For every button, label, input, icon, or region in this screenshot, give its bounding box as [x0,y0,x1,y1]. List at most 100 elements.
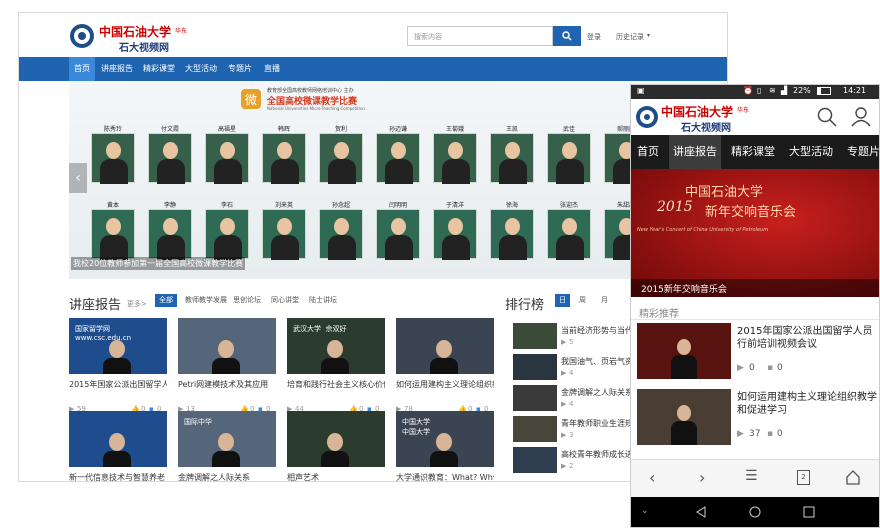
mobile-nav-events[interactable]: 大型活动 [789,135,833,169]
lecture-title[interactable]: 金牌调解之人际关系 [178,472,276,481]
mobile-logo-badge: 华东 [737,107,750,114]
teacher-name: 闫明明 [388,202,407,209]
lecture-thumbnail[interactable]: 国际中华 [178,411,276,467]
teacher-name: 李静 [163,202,176,209]
teacher-portrait [376,133,420,184]
site-logo[interactable]: 中国石油大学 华东 石大视频网 [69,21,209,54]
system-navigation-bar: ⌄ [631,497,879,527]
rank-title[interactable]: 金牌调解之人际关系 [561,387,631,398]
lecture-title[interactable]: 新一代信息技术与智慧养老 [69,472,167,481]
search-placeholder: 搜索内容 [414,33,442,41]
teacher-name: 徐海 [505,202,518,209]
lecture-title[interactable]: 大学通识教育：What? Why? [396,472,494,481]
mobile-nav-lectures[interactable]: 讲座报告 [669,135,721,169]
nav-documentary[interactable]: 专题片 [225,57,255,81]
lecture-title[interactable]: 2015年国家公派出国留学人员行前 [69,379,167,390]
mobile-nav-documentary[interactable]: 专题片 [847,135,879,169]
image-icon: ▣ [637,86,645,95]
play-count-icon: ▶ [561,462,567,470]
tab-teacher-development[interactable]: 教师教学发展 [181,294,231,307]
lecture-title[interactable]: 相声艺术 [287,472,385,481]
mobile-logo-name[interactable]: 中国石油大学 [661,103,733,120]
thumbnail-text: 国家留学网 www.csc.edu.cn [75,325,132,342]
nav-lectures[interactable]: 讲座报告 [99,57,135,81]
screenshot-stage: 中国石油大学 华东 石大视频网 搜索内容 登录 历史记录 ▾ 首页 讲座报告 精… [0,0,880,528]
nav-live[interactable]: 直播 [261,57,283,81]
comment-count: 0 [777,363,783,373]
speaker-figure [327,340,343,358]
tab-all[interactable]: 全部 [155,294,177,307]
nav-recents-icon[interactable] [803,506,815,518]
mobile-nav-home[interactable]: 首页 [637,135,659,169]
rank-title[interactable]: 当前经济形势与当代大学 [561,325,631,336]
back-icon[interactable]: ‹ [649,468,655,487]
lecture-thumbnail[interactable]: 中国大学 中国大学 [396,411,494,467]
menu-icon[interactable]: ☰ [745,468,758,484]
play-count-icon: ▶ [561,431,567,439]
nav-classes[interactable]: 精彩课堂 [141,57,177,81]
tab-lushi-lecture[interactable]: 陆士讲坛 [305,294,341,307]
rank-title[interactable]: 高校青年教师成长进行 [561,449,631,460]
teacher-name: 付文霞 [160,126,179,133]
section-divider [631,319,879,320]
rank-thumbnail[interactable] [513,447,557,473]
login-link[interactable]: 登录 [587,32,601,42]
teacher-portrait [319,209,363,260]
lecture-thumbnail[interactable] [69,411,167,467]
lecture-thumbnail[interactable] [178,318,276,374]
rank-tab-day[interactable]: 日 [555,294,570,307]
rank-thumbnail[interactable] [513,385,557,411]
history-link[interactable]: 历史记录 [616,32,644,42]
nav-back-icon[interactable] [695,506,707,518]
banner-prev-arrow[interactable]: ‹ [69,163,87,193]
battery-percent: 22% [793,86,811,95]
tab-sichuang-forum[interactable]: 思创论坛 [229,294,265,307]
search-input[interactable]: 搜索内容 [407,26,553,46]
teacher-name: 王菊娥 [445,126,464,133]
rank-tab-week[interactable]: 周 [575,294,590,307]
recommend-title[interactable]: 2015年国家公派出国留学人员行前培训视频会议 [737,325,877,351]
nav-home-icon[interactable] [749,506,761,518]
recommend-title[interactable]: 如何运用建构主义理论组织教学和促进学习 [737,391,877,417]
search-button[interactable] [553,26,581,46]
mobile-banner[interactable]: 中国石油大学 2015 新年交响音乐会 New Year's Concert o… [631,169,879,297]
rank-thumbnail[interactable] [513,323,557,349]
rank-thumbnail[interactable] [513,354,557,380]
lecture-title[interactable]: 培育和践行社会主义核心价值观 [287,379,385,390]
teacher-name: 王凯 [505,126,518,133]
mobile-header: 中国石油大学 华东 石大视频网 [631,99,879,135]
forward-icon[interactable]: › [699,468,705,487]
rank-title[interactable]: 青年教师职业生涯规划 [561,418,631,429]
lecture-thumbnail[interactable] [287,411,385,467]
lecture-title[interactable]: 如何运用建构主义理论组织教学和 [396,379,494,390]
chevron-down-icon[interactable]: ⌄ [641,506,649,516]
nav-events[interactable]: 大型活动 [183,57,219,81]
speaker-body [321,451,349,467]
lecture-more-link[interactable]: 更多> [127,299,147,309]
play-count-icon: ▶ [561,400,567,408]
browser-bottom-bar: ‹ › ☰ 2 [631,459,879,497]
svg-text:微: 微 [245,93,257,107]
lecture-thumbnail[interactable] [396,318,494,374]
recommend-thumbnail[interactable] [637,389,731,445]
rank-tab-month[interactable]: 月 [597,294,612,307]
recommend-thumbnail[interactable] [637,323,731,379]
rank-section-title: 排行榜 [505,298,545,313]
tab-tongxin-lecture[interactable]: 同心讲堂 [267,294,303,307]
lecture-thumbnail[interactable]: 国家留学网 www.csc.edu.cn [69,318,167,374]
lecture-title[interactable]: Petri网建模技术及其应用 [178,379,276,390]
search-icon[interactable] [817,107,837,127]
teacher-portrait [148,133,192,184]
rank-count: 4 [569,400,574,408]
speaker-figure [436,340,452,358]
mobile-banner-en: New Year's Concert of China University o… [637,227,769,233]
mobile-nav-classes[interactable]: 精彩课堂 [731,135,775,169]
lecture-thumbnail[interactable]: 武汉大学 佘双好 [287,318,385,374]
rank-title[interactable]: 我国油气、页岩气资源现 [561,356,631,367]
teacher-portrait [547,209,591,260]
tabs-count-icon[interactable]: 2 [797,470,810,485]
rank-thumbnail[interactable] [513,416,557,442]
home-icon[interactable] [845,469,861,485]
nav-home[interactable]: 首页 [69,57,95,81]
user-icon[interactable] [851,107,871,127]
